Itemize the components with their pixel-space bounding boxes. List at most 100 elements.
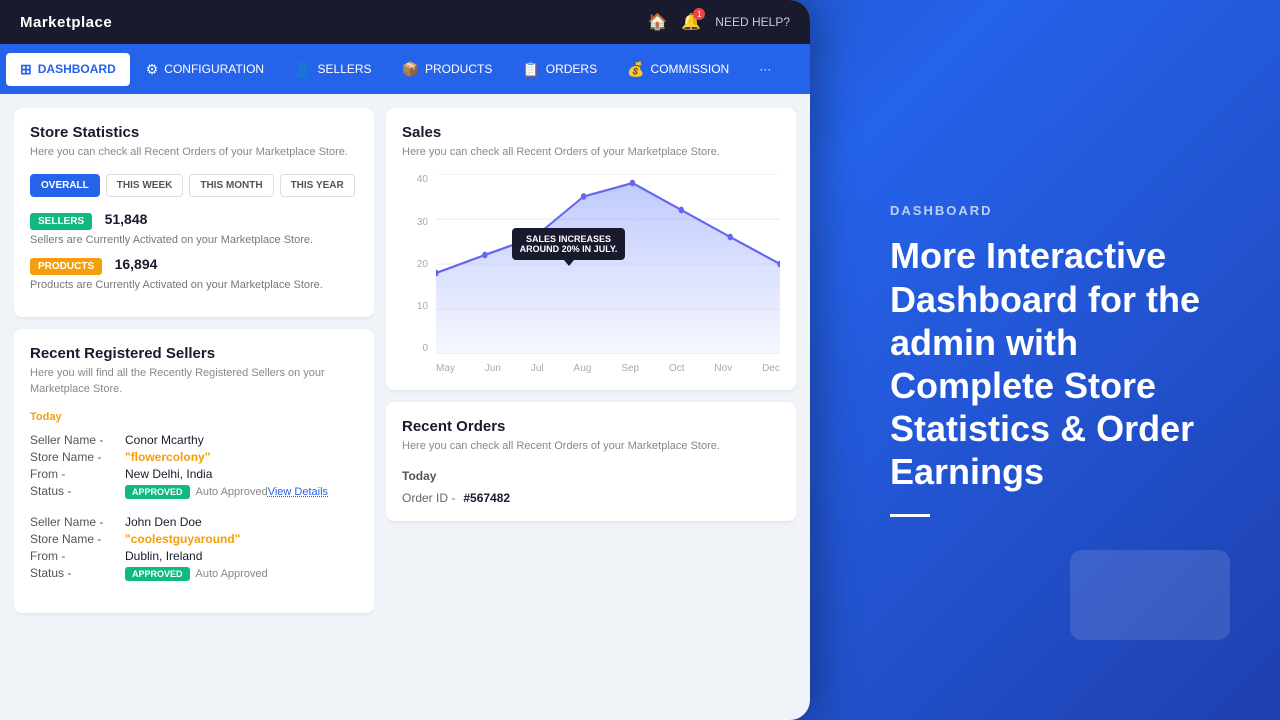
seller-name-row-2: Seller Name - John Den Doe [30,515,358,529]
status-row-1: Status - APPROVED Auto Approved View Det… [30,484,358,499]
auto-approved-1: Auto Approved [196,486,268,498]
store-statistics-subtitle: Here you can check all Recent Orders of … [30,145,358,160]
y-label-0: 0 [422,343,432,354]
x-label-jun: Jun [485,363,501,374]
nav-label-sellers: SELLERS [318,62,372,76]
recent-sellers-subtitle: Here you will find all the Recently Regi… [30,366,358,397]
status-row-2: Status - APPROVED Auto Approved [30,566,358,581]
chart-y-labels: 40 30 20 10 0 [402,174,432,354]
x-label-nov: Nov [714,363,732,374]
products-desc: Products are Currently Activated on your… [30,279,358,291]
status-label-1: Status - [30,484,125,498]
recent-orders-title: Recent Orders [402,418,780,435]
more-label: ··· [759,62,771,76]
seller-entry-2: Seller Name - John Den Doe Store Name - … [30,515,358,581]
sales-subtitle: Here you can check all Recent Orders of … [402,145,780,160]
nav-item-sellers[interactable]: 👤 SELLERS [280,53,385,86]
order-id-value: #567482 [463,491,510,505]
top-bar: Marketplace 🏠 🔔 1 NEED HELP? [0,0,810,44]
sales-svg [436,174,780,354]
products-badge: PRODUCTS [30,258,102,275]
right-panel-heading: More Interactive Dashboard for the admin… [890,234,1220,493]
nav-item-dashboard[interactable]: ⊞ DASHBOARD [6,53,130,86]
nav-label-products: PRODUCTS [425,62,492,76]
store-name-link-1[interactable]: "flowercolony" [125,450,210,464]
seller-name-label-1: Seller Name - [30,433,125,447]
tab-overall[interactable]: OVERALL [30,174,100,197]
sales-chart: 40 30 20 10 0 [402,174,780,374]
top-bar-right: 🏠 🔔 1 NEED HELP? [647,12,790,32]
dashboard-icon: ⊞ [20,61,32,78]
home-icon[interactable]: 🏠 [647,12,667,32]
seller-name-label-2: Seller Name - [30,515,125,529]
order-id-row: Order ID - #567482 [402,491,780,505]
from-value-1: New Delhi, India [125,467,212,481]
sellers-count: 51,848 [105,211,148,227]
right-panel-label: DASHBOARD [890,203,1220,218]
from-label-2: From - [30,549,125,563]
nav-label-configuration: CONFIGURATION [164,62,264,76]
nav-label-commission: COMMISSION [651,62,730,76]
auto-approved-2: Auto Approved [196,568,268,580]
y-label-20: 20 [417,259,432,270]
x-label-oct: Oct [669,363,685,374]
nav-item-commission[interactable]: 💰 COMMISSION [613,53,743,86]
right-column: Sales Here you can check all Recent Orde… [386,108,796,706]
seller-name-value-2: John Den Doe [125,515,202,529]
today-label: Today [30,411,358,423]
status-badge-2: APPROVED [125,567,190,581]
need-help-link[interactable]: NEED HELP? [715,15,790,29]
status-badge-1: APPROVED [125,485,190,499]
tab-this-month[interactable]: THIS MONTH [189,174,273,197]
content-area: Store Statistics Here you can check all … [0,94,810,720]
x-label-aug: Aug [574,363,592,374]
seller-name-value-1: Conor Mcarthy [125,433,204,447]
recent-sellers-card: Recent Registered Sellers Here you will … [14,329,374,613]
products-count: 16,894 [115,256,158,272]
store-statistics-card: Store Statistics Here you can check all … [14,108,374,317]
recent-sellers-title: Recent Registered Sellers [30,345,358,362]
orders-today-label: Today [402,469,780,483]
from-value-2: Dublin, Ireland [125,549,202,563]
products-stat-row: PRODUCTS 16,894 Products are Currently A… [30,256,358,291]
app-title: Marketplace [20,14,112,31]
nav-item-more[interactable]: ··· [745,54,785,84]
store-name-link-2[interactable]: "coolestguyaround" [125,532,240,546]
recent-orders-subtitle: Here you can check all Recent Orders of … [402,439,780,454]
nav-item-configuration[interactable]: ⚙ CONFIGURATION [132,53,278,86]
store-name-label-2: Store Name - [30,532,125,546]
sales-card: Sales Here you can check all Recent Orde… [386,108,796,390]
right-panel: DASHBOARD More Interactive Dashboard for… [810,0,1280,720]
store-name-label-1: Store Name - [30,450,125,464]
sales-title: Sales [402,124,780,141]
decorative-card [1070,550,1230,640]
nav-label-orders: ORDERS [546,62,597,76]
bell-icon[interactable]: 🔔 1 [681,12,701,32]
view-details-button-1[interactable]: View Details [268,486,328,498]
chart-x-labels: May Jun Jul Aug Sep Oct Nov Dec [436,363,780,374]
status-label-2: Status - [30,566,125,580]
tab-this-week[interactable]: THIS WEEK [106,174,184,197]
recent-orders-card: Recent Orders Here you can check all Rec… [386,402,796,520]
y-label-30: 30 [417,217,432,228]
chart-svg-area: SALES INCREASES AROUND 20% IN JULY. [436,174,780,354]
sellers-desc: Sellers are Currently Activated on your … [30,234,358,246]
nav-item-products[interactable]: 📦 PRODUCTS [388,53,507,86]
sellers-icon: 👤 [294,61,311,78]
notification-badge: 1 [693,8,705,20]
x-label-may: May [436,363,455,374]
configuration-icon: ⚙ [146,61,159,78]
nav-bar: ⊞ DASHBOARD ⚙ CONFIGURATION 👤 SELLERS 📦 … [0,44,810,94]
sellers-stat-row: SELLERS 51,848 Sellers are Currently Act… [30,211,358,246]
store-statistics-title: Store Statistics [30,124,358,141]
y-label-10: 10 [417,301,432,312]
order-id-label: Order ID - [402,491,455,505]
nav-item-orders[interactable]: 📋 ORDERS [508,53,611,86]
sellers-badge: SELLERS [30,213,92,230]
stat-tabs: OVERALL THIS WEEK THIS MONTH THIS YEAR [30,174,358,197]
products-icon: 📦 [402,61,419,78]
store-name-row-1: Store Name - "flowercolony" [30,450,358,464]
store-name-row-2: Store Name - "coolestguyaround" [30,532,358,546]
tab-this-year[interactable]: THIS YEAR [280,174,355,197]
seller-entry-1: Seller Name - Conor Mcarthy Store Name -… [30,433,358,499]
